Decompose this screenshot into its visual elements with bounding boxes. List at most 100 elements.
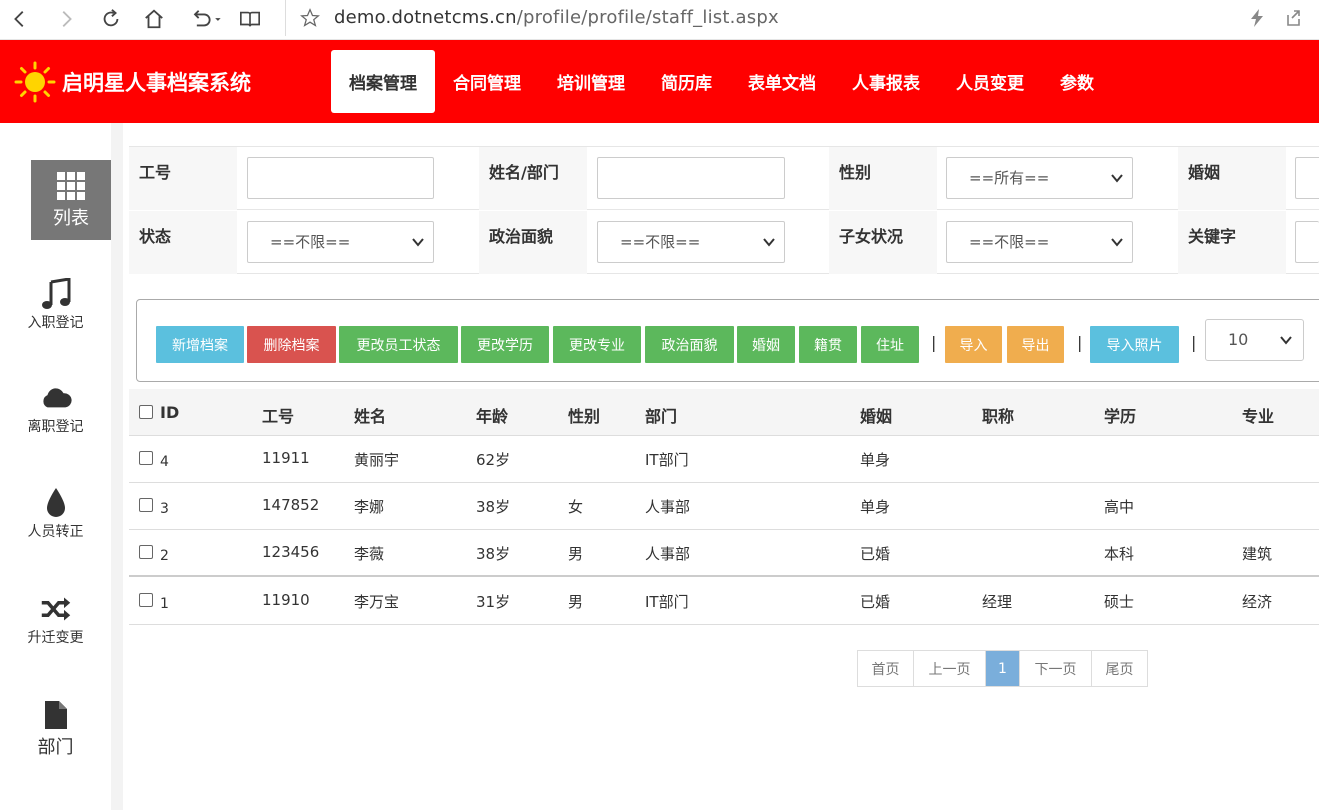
row-checkbox[interactable] <box>139 545 153 559</box>
col-name: 姓名 <box>354 407 387 426</box>
origin-button[interactable]: 籍贯 <box>799 326 857 363</box>
sidebar-item-label: 列表 <box>53 208 89 229</box>
lightning-icon[interactable] <box>1249 9 1265 27</box>
sidebar-item-label: 部门 <box>37 737 74 758</box>
sidebar-item-label: 人员转正 <box>27 524 84 540</box>
staff-no-input[interactable] <box>247 157 434 199</box>
keyword-input[interactable] <box>1295 221 1319 263</box>
top-nav: 档案管理 合同管理 培训管理 简历库 表单文档 人事报表 人员变更 参数 <box>331 50 1112 113</box>
row-checkbox[interactable] <box>139 451 153 465</box>
grid-icon <box>55 170 87 202</box>
table-row: 3 147852 李娜 38岁 女 人事部 单身 高中 <box>129 483 1319 530</box>
sidebar-item-list[interactable]: 列表 <box>31 160 111 240</box>
last-page-link[interactable]: 尾页 <box>1092 651 1147 686</box>
tab-resume[interactable]: 简历库 <box>643 50 730 113</box>
select-all-checkbox[interactable] <box>139 405 153 419</box>
children-select[interactable]: ==不限== <box>946 221 1133 263</box>
sidebar-item-resignation[interactable]: 离职登记 <box>0 382 111 436</box>
row-edu: 高中 <box>1104 498 1135 516</box>
filter-row-2: 状态 ==不限== 政治面貌 ==不限== 子女状况 ==不限== 关键字 <box>129 211 1319 274</box>
row-dept: IT部门 <box>645 593 689 611</box>
row-id: 4 <box>160 454 169 470</box>
name-dept-input[interactable] <box>597 157 785 199</box>
browser-toolbar: demo.dotnetcms.cn/profile/profile/staff_… <box>0 0 1319 40</box>
sidebar-item-department[interactable]: 部门 <box>0 699 111 759</box>
tab-reports[interactable]: 人事报表 <box>834 50 938 113</box>
status-select[interactable]: ==不限== <box>247 221 434 263</box>
current-page[interactable]: 1 <box>986 651 1020 686</box>
reader-book-icon[interactable] <box>236 5 264 33</box>
next-page-link[interactable]: 下一页 <box>1020 651 1092 686</box>
politics-select[interactable]: ==不限== <box>597 221 785 263</box>
politics-button[interactable]: 政治面貌 <box>645 326 734 363</box>
add-archive-button[interactable]: 新增档案 <box>156 326 244 363</box>
keyword-label: 关键字 <box>1178 211 1286 274</box>
col-staff-no: 工号 <box>262 407 295 426</box>
bookmark-star-icon[interactable] <box>300 8 320 28</box>
address-bar[interactable]: demo.dotnetcms.cn/profile/profile/staff_… <box>285 0 1319 36</box>
gender-label: 性别 <box>829 147 937 210</box>
row-age: 62岁 <box>476 451 511 469</box>
chevron-down-icon <box>412 238 424 247</box>
sun-logo-icon <box>14 61 56 103</box>
table-row: 2 123456 李薇 38岁 男 人事部 已婚 本科 建筑 <box>129 530 1319 577</box>
share-icon[interactable] <box>1285 9 1301 27</box>
row-marriage: 单身 <box>860 451 891 469</box>
row-major: 经济 <box>1242 593 1273 611</box>
tab-archive[interactable]: 档案管理 <box>331 50 435 113</box>
url-text[interactable]: demo.dotnetcms.cn/profile/profile/staff_… <box>334 7 779 28</box>
row-staff-no: 147852 <box>262 496 320 514</box>
tab-contract[interactable]: 合同管理 <box>435 50 539 113</box>
sidebar-item-promotion[interactable]: 升迁变更 <box>0 593 111 647</box>
first-page-link[interactable]: 首页 <box>858 651 914 686</box>
table-row: 1 11910 李万宝 31岁 男 IT部门 已婚 经理 硕士 经济 <box>129 578 1319 625</box>
change-education-button[interactable]: 更改学历 <box>461 326 549 363</box>
tab-forms[interactable]: 表单文档 <box>730 50 834 113</box>
export-button[interactable]: 导出 <box>1007 326 1064 363</box>
pagination: 首页 上一页 1 下一页 尾页 <box>857 650 1148 687</box>
row-checkbox[interactable] <box>139 498 153 512</box>
import-button[interactable]: 导入 <box>945 326 1002 363</box>
status-label: 状态 <box>129 211 237 274</box>
filter-row-1: 工号 姓名/部门 性别 ==所有== 婚姻 <box>129 147 1319 210</box>
delete-archive-button[interactable]: 删除档案 <box>247 326 336 363</box>
prev-page-link[interactable]: 上一页 <box>914 651 986 686</box>
row-gender: 男 <box>568 593 584 611</box>
refresh-icon[interactable] <box>97 5 125 33</box>
row-marriage: 单身 <box>860 498 891 516</box>
sidebar-item-onboarding[interactable]: 入职登记 <box>0 278 111 332</box>
tab-params[interactable]: 参数 <box>1042 50 1112 113</box>
row-marriage: 已婚 <box>860 545 891 563</box>
back-icon[interactable] <box>6 5 34 33</box>
row-edu: 本科 <box>1104 545 1135 563</box>
import-photo-button[interactable]: 导入照片 <box>1090 326 1179 363</box>
sidebar-item-regularization[interactable]: 人员转正 <box>0 487 111 541</box>
row-age: 38岁 <box>476 498 511 516</box>
row-name: 李娜 <box>354 498 385 516</box>
col-gender: 性别 <box>568 407 601 426</box>
page-size-select[interactable]: 10 <box>1205 319 1304 361</box>
chevron-down-icon <box>1111 238 1123 247</box>
row-checkbox[interactable] <box>139 593 153 607</box>
gender-select[interactable]: ==所有== <box>946 157 1133 199</box>
col-major: 专业 <box>1242 407 1275 426</box>
change-major-button[interactable]: 更改专业 <box>553 326 641 363</box>
home-icon[interactable] <box>140 5 168 33</box>
toolbar-separator: | <box>1077 333 1083 352</box>
marriage-label: 婚姻 <box>1178 147 1286 210</box>
row-marriage: 已婚 <box>860 593 891 611</box>
marriage-select[interactable] <box>1295 157 1319 199</box>
tab-training[interactable]: 培训管理 <box>539 50 643 113</box>
row-edu: 硕士 <box>1104 593 1135 611</box>
forward-icon[interactable] <box>52 5 80 33</box>
tab-changes[interactable]: 人员变更 <box>938 50 1042 113</box>
row-dept: IT部门 <box>645 451 689 469</box>
app-title: 启明星人事档案系统 <box>62 71 251 95</box>
col-id: ID <box>160 403 180 422</box>
row-staff-no: 11910 <box>262 591 310 609</box>
undo-history-icon[interactable] <box>186 5 226 33</box>
change-status-button[interactable]: 更改员工状态 <box>339 326 458 363</box>
address-button[interactable]: 住址 <box>861 326 919 363</box>
row-age: 38岁 <box>476 545 511 563</box>
marriage-button[interactable]: 婚姻 <box>737 326 795 363</box>
